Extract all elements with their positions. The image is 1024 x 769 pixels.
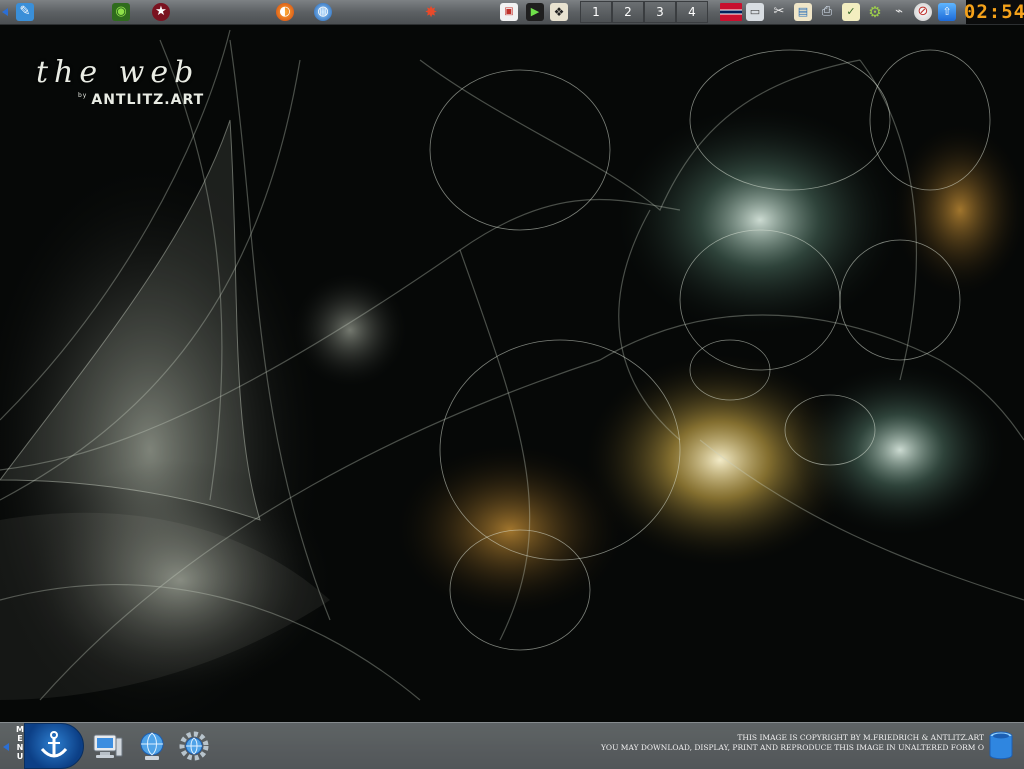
fractal-web-image	[0, 0, 1024, 768]
workspace-3-button[interactable]: 3	[644, 1, 676, 23]
norway-flag-icon[interactable]	[720, 3, 742, 21]
computer-icon[interactable]	[90, 728, 126, 764]
app-star-icon[interactable]: ★	[152, 3, 170, 21]
top-panel: ✎ ◉ ★ ◐ ◍ ✸ ▣ ▶ ❖ 1 2 3 4 ▭ ✂ ▤ ⎙ ✓ ⚙ ⌁ …	[0, 0, 1024, 25]
browser-globe-icon[interactable]: ◍	[314, 3, 332, 21]
trash-icon-graphic	[989, 731, 1013, 760]
system-settings-icon-graphic	[179, 731, 209, 761]
system-settings-icon[interactable]	[176, 728, 212, 764]
display-icon[interactable]: ▭	[746, 3, 764, 21]
trash-icon[interactable]	[986, 731, 1016, 761]
terminal-icon[interactable]: ▶	[526, 3, 544, 21]
firefox-icon[interactable]: ◐	[276, 3, 294, 21]
compass-icon[interactable]: ⊘	[914, 3, 932, 21]
network-globe-icon-graphic	[140, 732, 164, 760]
network-globe-icon[interactable]	[134, 728, 170, 764]
copyright-line-2: YOU MAY DOWNLOAD, DISPLAY, PRINT AND REP…	[600, 743, 984, 752]
workspace-2-button[interactable]: 2	[612, 1, 644, 23]
pdf-viewer-icon[interactable]: ▣	[500, 3, 518, 21]
main-menu-button[interactable]	[24, 723, 84, 769]
wallpaper-brand: ANTLITZ.ART	[91, 92, 205, 108]
workspace-4-button[interactable]: 4	[676, 1, 708, 23]
photo-icon[interactable]: ▤	[794, 3, 812, 21]
bottom-panel: M E N U THIS IMAGE IS COPYRIGHT BY M.FRI…	[0, 722, 1024, 769]
red-app-icon[interactable]: ✸	[422, 3, 440, 21]
wallpaper-copyright: THIS IMAGE IS COPYRIGHT BY M.FRIEDRICH &…	[601, 733, 984, 753]
nvidia-settings-icon[interactable]: ◉	[112, 3, 130, 21]
hide-bottom-panel-arrow-icon[interactable]	[3, 743, 9, 751]
notes-icon[interactable]: ✓	[842, 3, 860, 21]
wallpaper-by: by	[78, 92, 88, 99]
update-icon[interactable]: ⇧	[938, 3, 956, 21]
anchor-menu-icon	[40, 731, 68, 758]
printer-icon[interactable]: ⎙	[818, 3, 836, 21]
hide-panel-arrow-icon[interactable]	[2, 8, 8, 16]
copyright-line-1: THIS IMAGE IS COPYRIGHT BY M.FRIEDRICH &…	[737, 733, 984, 742]
settings-gear-icon[interactable]: ⚙	[866, 3, 884, 21]
scissors-icon[interactable]: ✂	[770, 3, 788, 21]
panel-clock[interactable]: 02:54	[964, 0, 1024, 24]
wallpaper-credit: by ANTLITZ.ART	[78, 92, 204, 108]
paw-icon[interactable]: ❖	[550, 3, 568, 21]
network-icon[interactable]: ⌁	[890, 3, 908, 21]
wallpaper-title: the web	[36, 55, 200, 90]
computer-icon-graphic	[93, 734, 123, 758]
text-editor-icon[interactable]: ✎	[16, 3, 34, 21]
workspace-1-button[interactable]: 1	[580, 1, 612, 23]
desktop-wallpaper: the web by ANTLITZ.ART	[0, 0, 1024, 768]
